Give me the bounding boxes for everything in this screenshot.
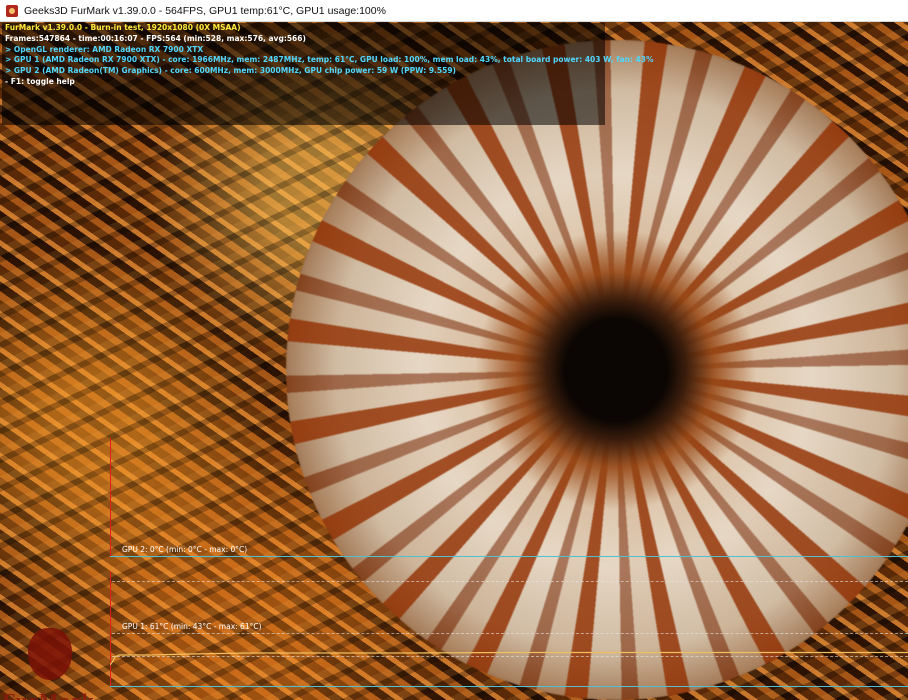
osd-gpu2-line: > GPU 2 (AMD Radeon(TM) Graphics) - core…	[5, 66, 456, 76]
furmark-paw-logo: FurMark	[0, 622, 100, 700]
render-canvas: FurMark v1.39.0.0 - Burn-in test, 1920x1…	[0, 22, 908, 700]
gpu1-graph-axis	[110, 571, 111, 687]
gpu2-graph-label: GPU 2: 0°C (min: 0°C - max: 0°C)	[122, 545, 248, 554]
osd-renderer-line: > OpenGL renderer: AMD Radeon RX 7900 XT…	[5, 44, 204, 54]
logo-text: FurMark	[2, 691, 94, 700]
osd-overlay: FurMark v1.39.0.0 - Burn-in test, 1920x1…	[2, 23, 654, 125]
osd-help-line: - F1: toggle help	[5, 76, 75, 86]
osd-gpu1-line: > GPU 1 (AMD Radeon RX 7900 XTX) - core:…	[5, 55, 654, 65]
gpu2-graph-axis	[110, 438, 111, 557]
fur-donut-render	[286, 40, 908, 700]
gpu1-graph-baseline	[110, 686, 908, 687]
window-title: Geeks3D FurMark v1.39.0.0 - 564FPS, GPU1…	[24, 4, 386, 17]
osd-frames-line: Frames:547864 - time:00:16:07 - FPS:564 …	[5, 33, 306, 43]
gpu1-graph-max-gridline	[112, 633, 908, 634]
osd-title-line: FurMark v1.39.0.0 - Burn-in test, 1920x1…	[5, 23, 241, 32]
gpu1-temperature-curve	[110, 651, 908, 666]
gpu1-graph-label: GPU 1: 61°C (min: 43°C - max: 61°C)	[122, 622, 262, 631]
gpu2-graph-baseline	[110, 556, 908, 557]
furmark-app-icon[interactable]	[6, 4, 18, 17]
paw-icon	[28, 628, 72, 680]
window-title-bar[interactable]: Geeks3D FurMark v1.39.0.0 - 564FPS, GPU1…	[0, 0, 908, 22]
gpu2-graph-gridline	[112, 581, 908, 582]
